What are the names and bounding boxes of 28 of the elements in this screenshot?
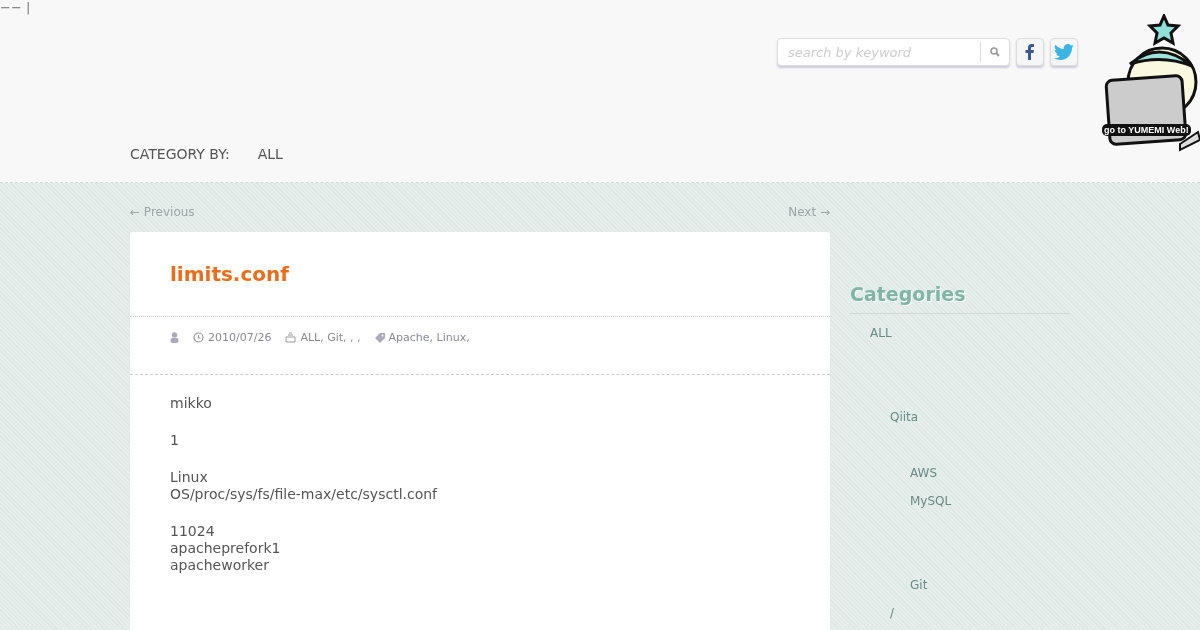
previous-link[interactable]: ← Previous	[130, 205, 195, 235]
category-link[interactable]: MySQL	[910, 494, 952, 508]
post-tags[interactable]: Apache, Linux,	[388, 331, 470, 344]
next-link[interactable]: Next →	[788, 205, 830, 235]
post-title[interactable]: limits.conf	[130, 232, 830, 317]
post-paragraph: mikko	[170, 395, 213, 412]
clock-icon	[193, 332, 204, 343]
search-icon[interactable]	[990, 47, 1000, 57]
person-icon	[170, 332, 179, 343]
post-paragraph: 11024 apacheprefork1 apacheworker	[170, 523, 282, 574]
facebook-button[interactable]	[1016, 38, 1044, 66]
sidebar-title: Categories	[850, 283, 1070, 314]
bird-icon	[1054, 44, 1074, 60]
tag-icon	[374, 332, 385, 343]
category-link[interactable]: ALL	[257, 146, 283, 162]
facebook-icon	[1025, 44, 1035, 60]
post-paragraph: 1	[170, 432, 180, 449]
category-link[interactable]: Git	[910, 578, 928, 592]
category-label: CATEGORY BY:	[130, 146, 230, 162]
category-link[interactable]: Qiita	[890, 410, 919, 424]
category-link[interactable]: /	[890, 606, 895, 620]
post-date: 2010/07/26	[208, 331, 272, 344]
banner-caption[interactable]: go to YUMEMI Web!	[1102, 124, 1191, 136]
header-text: −− |	[0, 0, 31, 15]
post-paragraph: Linux OS/proc/sys/fs/file-max/etc/sysctl.conf	[170, 469, 439, 503]
post-categories[interactable]: ALL, Git, , ,	[300, 331, 361, 344]
category-link[interactable]: AWS	[910, 466, 938, 480]
category-link[interactable]: ALL	[870, 326, 892, 340]
